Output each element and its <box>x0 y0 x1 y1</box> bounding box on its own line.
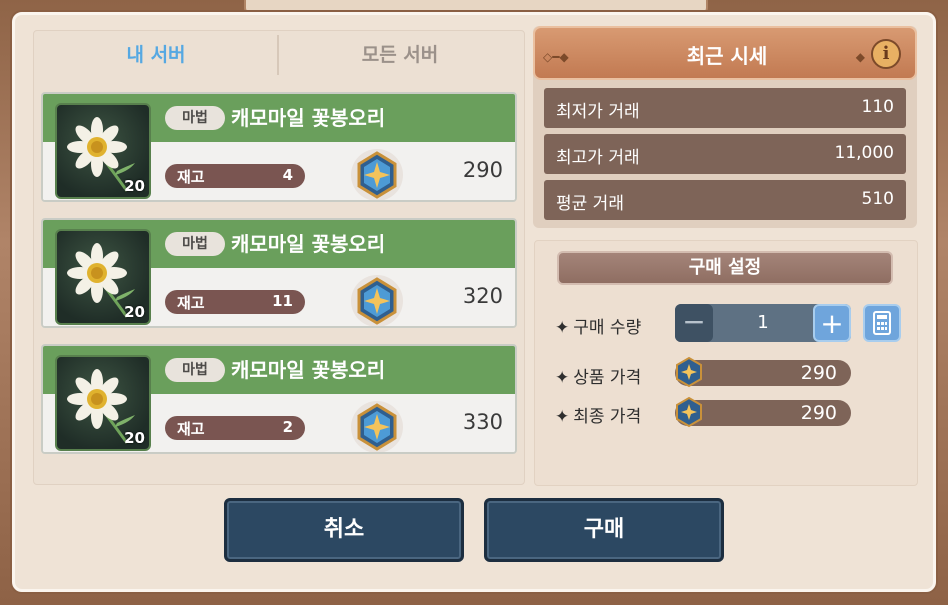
stat-label: 평균 거래 <box>556 194 624 214</box>
final-price-label-text: 최종 가격 <box>573 407 642 427</box>
item-price-label: ✦ 상품 가격 <box>555 363 641 388</box>
increase-button[interactable]: + <box>813 304 851 342</box>
sparkle-icon: ✦ <box>555 368 570 388</box>
currency-gem-icon <box>351 401 403 452</box>
calculator-icon <box>873 311 891 335</box>
purchase-settings-panel: 구매 설정 ✦ 구매 수량 − 1 + ✦ 상품 가격 290 ✦ 최종 가격 290 <box>534 240 918 486</box>
stock-pill: 재고 2 <box>165 416 305 440</box>
stat-value: 11,000 <box>834 143 894 163</box>
stock-value: 2 <box>282 418 293 436</box>
stock-pill: 재고 11 <box>165 290 305 314</box>
final-price-label: ✦ 최종 가격 <box>555 402 641 427</box>
sparkle-icon: ✦ <box>555 407 570 427</box>
category-badge: 마법 <box>165 106 225 130</box>
currency-gem-icon <box>676 396 702 428</box>
chamomile-icon: 20 <box>55 229 151 325</box>
stat-value: 110 <box>861 97 894 117</box>
stat-label: 최저가 거래 <box>556 102 640 122</box>
quantity-stepper: − 1 + <box>675 304 851 342</box>
stock-label: 재고 <box>177 420 205 438</box>
stat-row-lowest: 최저가 거래 110 <box>544 88 906 128</box>
tab-all-servers[interactable]: 모든 서버 <box>278 31 522 79</box>
market-panel: ◇━◆ 최근 시세 ◆ i 최저가 거래 110 최고가 거래 11,000 평… <box>533 26 917 228</box>
stat-label: 최고가 거래 <box>556 148 640 168</box>
item-count: 20 <box>124 177 145 195</box>
item-name: 캐모마일 꽃봉오리 <box>231 358 386 382</box>
final-price-pill: 290 <box>675 396 851 428</box>
buy-button[interactable]: 구매 <box>484 498 724 562</box>
calculator-button[interactable] <box>863 304 901 342</box>
market-header: ◇━◆ 최근 시세 ◆ i <box>533 26 917 80</box>
currency-gem-icon <box>351 149 403 200</box>
cancel-button[interactable]: 취소 <box>224 498 464 562</box>
stat-row-average: 평균 거래 510 <box>544 180 906 220</box>
listing-item[interactable]: 20 마법 캐모마일 꽃봉오리 재고 2 330 <box>41 344 517 454</box>
item-count: 20 <box>124 303 145 321</box>
purchase-settings-title: 구매 설정 <box>557 251 893 285</box>
item-price-pill: 290 <box>675 356 851 388</box>
category-badge: 마법 <box>165 232 225 256</box>
decrease-button[interactable]: − <box>675 304 713 342</box>
item-name: 캐모마일 꽃봉오리 <box>231 232 386 256</box>
server-tabs: 내 서버 모든 서버 <box>34 31 524 81</box>
currency-gem-icon <box>676 356 702 388</box>
chamomile-icon: 20 <box>55 355 151 451</box>
item-price-label-text: 상품 가격 <box>573 368 642 388</box>
stock-value: 11 <box>272 292 293 310</box>
item-count: 20 <box>124 429 145 447</box>
stat-value: 510 <box>861 189 894 209</box>
sparkle-icon: ✦ <box>555 318 570 338</box>
stock-label: 재고 <box>177 294 205 312</box>
item-price: 290 <box>462 158 503 182</box>
stock-label: 재고 <box>177 168 205 186</box>
listing-item[interactable]: 20 마법 캐모마일 꽃봉오리 재고 4 290 <box>41 92 517 202</box>
stock-value: 4 <box>282 166 293 184</box>
final-price-value: 290 <box>800 402 837 424</box>
quantity-value[interactable]: 1 <box>713 312 813 333</box>
item-price: 320 <box>462 284 503 308</box>
stat-row-highest: 최고가 거래 11,000 <box>544 134 906 174</box>
item-price-value: 290 <box>800 362 837 384</box>
listing-item[interactable]: 20 마법 캐모마일 꽃봉오리 재고 11 320 <box>41 218 517 328</box>
ornament-right: ◆ <box>855 50 865 64</box>
stock-pill: 재고 4 <box>165 164 305 188</box>
tab-my-server[interactable]: 내 서버 <box>34 31 278 79</box>
item-price: 330 <box>462 410 503 434</box>
item-name: 캐모마일 꽃봉오리 <box>231 106 386 130</box>
currency-gem-icon <box>351 275 403 326</box>
category-badge: 마법 <box>165 358 225 382</box>
chamomile-icon: 20 <box>55 103 151 199</box>
info-icon[interactable]: i <box>871 39 901 69</box>
item-list-panel: 내 서버 모든 서버 20 마법 캐모마일 꽃봉오리 재고 4 290 20 마… <box>33 30 525 485</box>
quantity-label: ✦ 구매 수량 <box>555 313 641 338</box>
quantity-label-text: 구매 수량 <box>573 318 642 338</box>
